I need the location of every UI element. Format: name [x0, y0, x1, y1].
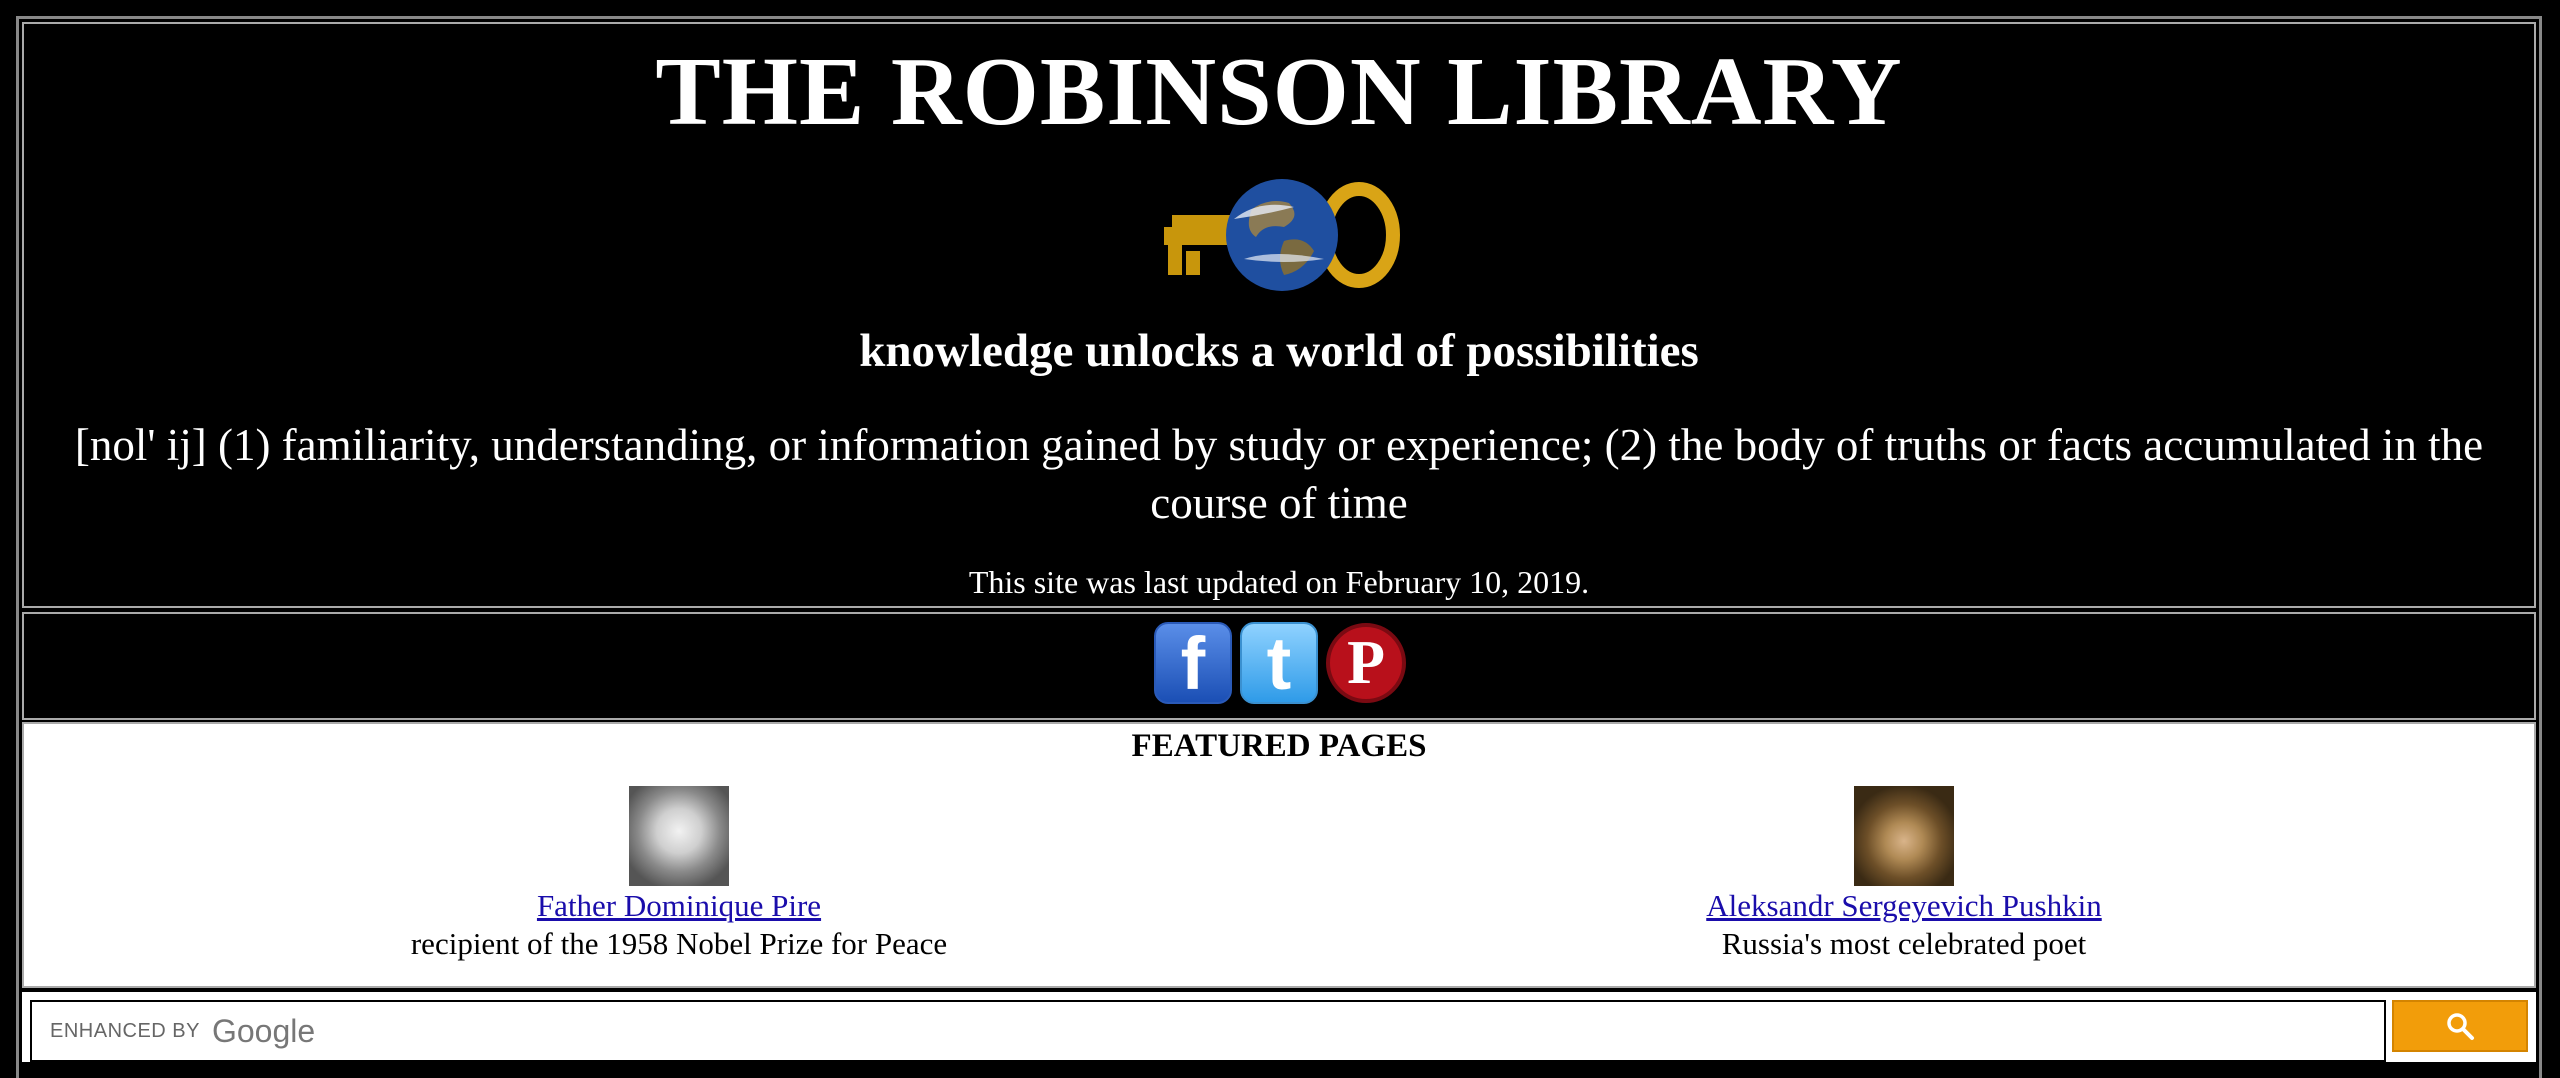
featured-description: recipient of the 1958 Nobel Prize for Pe…	[410, 926, 948, 961]
site-tagline: knowledge unlocks a world of possibiliti…	[859, 325, 1699, 377]
key-globe-logo	[1164, 179, 1404, 294]
featured-item: Father Dominique Pire recipient of the 1…	[279, 786, 1079, 962]
facebook-icon[interactable]: f	[1154, 622, 1232, 705]
last-updated-text: This site was last updated on February 1…	[968, 564, 1590, 600]
site-title: THE ROBINSON LIBRARY	[655, 38, 1903, 146]
featured-link-pushkin[interactable]: Aleksandr Sergeyevich Pushkin	[1504, 888, 2304, 924]
pinterest-icon[interactable]: P	[1326, 623, 1406, 703]
search-input[interactable]: ENHANCED BY Google	[30, 1000, 2386, 1062]
featured-link-pire[interactable]: Father Dominique Pire	[279, 888, 1079, 924]
search-icon	[2447, 1013, 2474, 1040]
twitter-icon[interactable]: t	[1240, 622, 1318, 705]
enhanced-by-label: ENHANCED BY	[50, 1019, 200, 1042]
search-button[interactable]	[2392, 1000, 2528, 1052]
pushkin-portrait[interactable]	[1854, 786, 1954, 886]
pire-portrait[interactable]	[629, 786, 729, 886]
social-links-bar: f t P	[22, 612, 2536, 720]
knowledge-definition: [nol' ij] (1) familiarity, understanding…	[74, 420, 2484, 528]
featured-item: Aleksandr Sergeyevich Pushkin Russia's m…	[1504, 786, 2304, 962]
featured-description: Russia's most celebrated poet	[1721, 926, 2087, 961]
site-header: THE ROBINSON LIBRARY knowledge unlocks a…	[22, 22, 2536, 608]
featured-pages-heading: FEATURED PAGES	[1131, 728, 1427, 764]
site-search-bar: ENHANCED BY Google	[22, 992, 2536, 1062]
featured-pages-section: FEATURED PAGES Father Dominique Pire rec…	[22, 722, 2536, 988]
google-brand-label: Google	[211, 1012, 316, 1049]
